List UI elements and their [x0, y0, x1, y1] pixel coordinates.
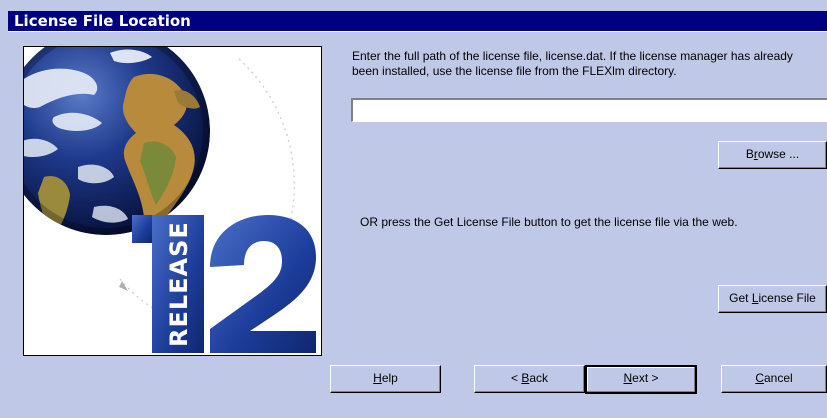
license-path-input[interactable] [351, 98, 827, 122]
next-label-post: ext > [632, 371, 659, 385]
globe [24, 47, 210, 235]
instructions-text: Enter the full path of the license file,… [352, 49, 793, 78]
get-license-label-post: icense File [758, 291, 816, 305]
dialog-title: License File Location [8, 11, 827, 31]
back-button[interactable]: < Back [474, 365, 585, 393]
next-label-accel: N [623, 371, 633, 385]
help-button[interactable]: Help [330, 365, 441, 393]
get-license-label-pre: Get [729, 291, 752, 305]
cancel-button[interactable]: Cancel [721, 365, 827, 393]
next-button[interactable]: Next > [585, 365, 697, 394]
release-text: RELEASE [165, 221, 193, 347]
or-instructions-text: OR press the Get License File button to … [360, 215, 738, 229]
browse-label-post: owse ... [757, 147, 800, 161]
back-label-pre: < [510, 371, 522, 385]
browse-button[interactable]: Browse ... [718, 141, 827, 169]
cancel-label-post: ancel [763, 371, 793, 385]
back-label-post: ack [529, 371, 549, 385]
get-license-file-button[interactable]: Get License File [718, 285, 827, 313]
get-license-label-accel: L [751, 291, 759, 305]
release-12-mark: RELEASE [132, 215, 316, 353]
cancel-label-accel: C [755, 371, 764, 385]
title-separator [8, 31, 827, 32]
release-12-logo-panel: RELEASE [23, 46, 322, 356]
orbit-arc [238, 58, 295, 238]
orbit-arrow [119, 281, 128, 291]
help-label-accel: H [373, 371, 382, 385]
help-label-post: elp [381, 371, 398, 385]
license-file-location-dialog: RELEASE Enter the full path of the licen… [8, 31, 827, 418]
release-12-globe-logo-image: RELEASE [24, 47, 316, 353]
browse-label-pre: B [745, 147, 754, 161]
